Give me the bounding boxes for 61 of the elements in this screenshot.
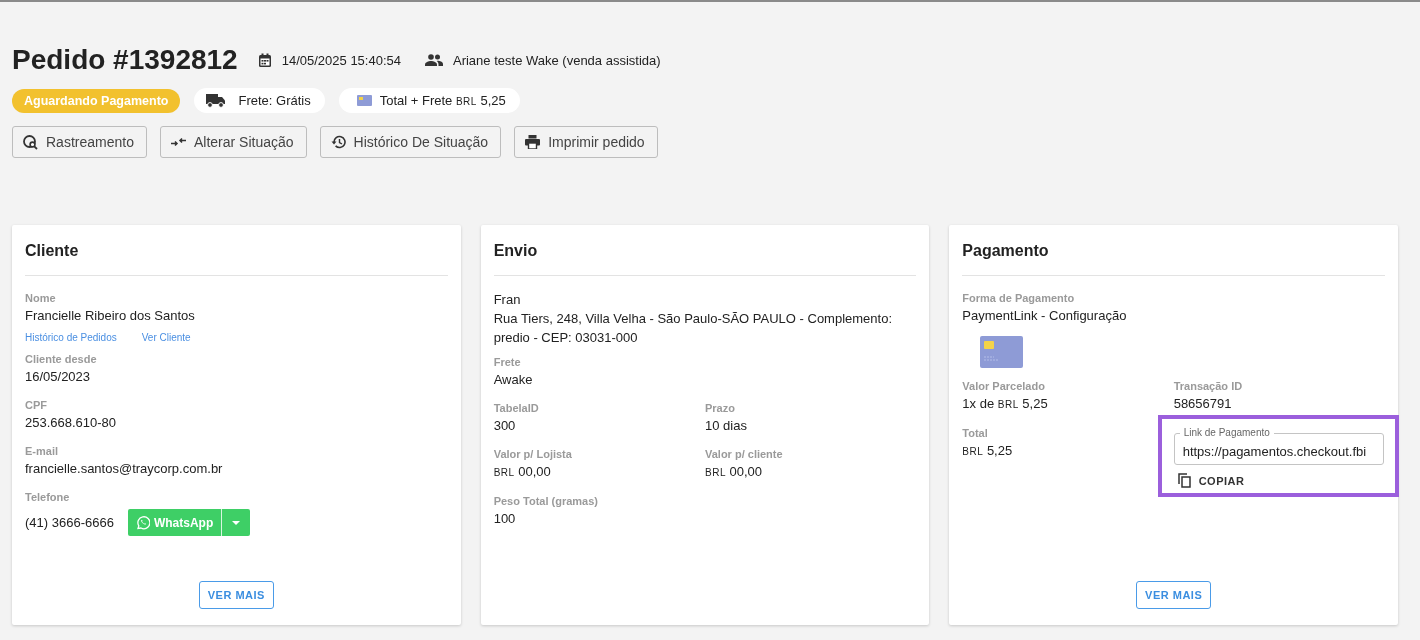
order-date: 14/05/2025 15:40:54: [281, 52, 401, 68]
truck-icon: [206, 93, 227, 108]
credit-card-icon: [980, 336, 1024, 368]
field-label: Valor p/ cliente: [705, 447, 783, 462]
seller-name: Ariane teste Wake (venda assistida): [453, 52, 661, 68]
phone-number: (41) 3666-6666: [25, 515, 114, 530]
field-value: 16/05/2023: [25, 368, 91, 386]
field-label: Valor Parcelado: [962, 379, 1045, 394]
people-icon: [425, 54, 443, 66]
field-value: BRL 00,00: [705, 463, 763, 481]
copy-icon: [1177, 473, 1191, 488]
status-badge: Aguardando Pagamento: [12, 88, 181, 113]
order-title: Pedido #1392812: [12, 43, 238, 77]
field-label: Nome: [25, 291, 56, 306]
whatsapp-icon: [135, 515, 150, 530]
swap-arrows-icon: [170, 137, 186, 147]
credit-card-icon: [356, 95, 372, 106]
field-label: Transação ID: [1173, 379, 1243, 394]
field-value: francielle.santos@traycorp.com.br: [25, 460, 223, 478]
caret-icon: [232, 520, 241, 525]
field-value: BRL 5,25: [962, 442, 1013, 460]
field-label: Prazo: [705, 401, 735, 416]
recipient-name: Fran: [493, 291, 522, 309]
field-label: Total: [962, 426, 988, 441]
see-more-button[interactable]: VER MAIS: [198, 581, 274, 609]
field-value: 300: [493, 417, 516, 435]
field-label: TabelaID: [493, 401, 539, 416]
link[interactable]: Ver Cliente: [141, 332, 191, 343]
printer-icon: [525, 135, 541, 149]
card-title: Pagamento: [962, 241, 1049, 260]
total-text: Total + Frete BRL 5,25: [379, 93, 506, 108]
field-label: Valor p/ Lojista: [493, 447, 572, 462]
field-label: Peso Total (gramas): [493, 494, 598, 509]
field-label: CPF: [25, 398, 47, 413]
card-title: Cliente: [25, 241, 79, 260]
status-history-button[interactable]: Histórico De Situação: [319, 126, 502, 158]
calendar-icon: [257, 52, 272, 68]
globe-search-icon: [23, 134, 38, 150]
shipping-address: Rua Tiers, 248, Villa Velha - São Paulo-SÃO PAULO - Complemento: predio - CEP: 03031-000: [493, 310, 894, 347]
field-value: PaymentLink - Configuração: [962, 307, 1127, 325]
history-icon: [330, 135, 346, 149]
field-label: Cliente desde: [25, 352, 97, 367]
field-label: E-mail: [25, 444, 58, 459]
field-value: 100: [493, 510, 516, 528]
field-value: 10 dias: [705, 417, 747, 435]
field-value: 58656791: [1173, 395, 1232, 413]
field-label: Telefone: [25, 491, 70, 503]
field-label: Forma de Pagamento: [962, 291, 1075, 306]
tracking-button[interactable]: Rastreamento: [12, 126, 147, 158]
field-value: Awake: [493, 371, 533, 389]
field-value: 1x de BRL 5,25: [962, 395, 1048, 413]
change-status-button[interactable]: Alterar Situação: [159, 126, 307, 158]
field-value: BRL 00,00: [493, 463, 551, 481]
field-value: 253.668.610-80: [25, 414, 117, 432]
print-button[interactable]: Imprimir pedido: [514, 126, 658, 158]
link[interactable]: Histórico de Pedidos: [25, 332, 117, 343]
shipping-text: Frete: Grátis: [238, 93, 311, 108]
field-label: Frete: [493, 355, 521, 370]
field-value: Francielle Ribeiro dos Santos: [25, 307, 195, 325]
card-title: Envio: [493, 241, 538, 260]
copy-button[interactable]: COPIAR: [1173, 473, 1249, 488]
